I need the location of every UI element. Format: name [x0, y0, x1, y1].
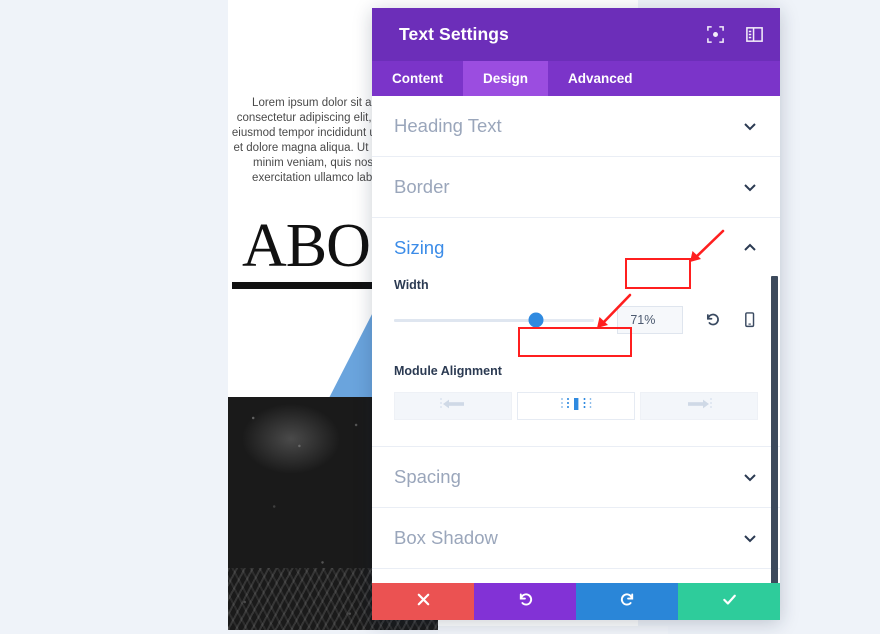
align-center-button[interactable] [517, 392, 635, 420]
layout-panel-icon[interactable] [745, 25, 764, 44]
section-heading-text-header[interactable]: Heading Text [394, 96, 758, 156]
modal-body[interactable]: Heading Text Border Sizing Width 71% Mod… [372, 96, 780, 583]
modal-scrollbar-thumb[interactable] [771, 276, 778, 583]
width-slider-fill [394, 318, 537, 322]
align-center-icon [559, 397, 593, 416]
modal-title: Text Settings [399, 24, 509, 44]
arrow-left-icon [440, 397, 466, 416]
section-sizing[interactable]: Sizing Width 71% Module Alignment [372, 218, 780, 447]
about-heading: ABO [242, 212, 371, 280]
section-sizing-label: Sizing [394, 237, 445, 258]
section-spacing-header[interactable]: Spacing [394, 447, 758, 507]
save-button[interactable] [678, 583, 780, 620]
section-box-shadow-header[interactable]: Box Shadow [394, 508, 758, 568]
undo-button[interactable] [474, 583, 576, 620]
focus-target-icon[interactable] [706, 25, 725, 44]
width-control-row[interactable]: 71% [394, 306, 758, 334]
chevron-down-icon [742, 530, 758, 546]
section-border-label: Border [394, 176, 450, 197]
modal-header: Text Settings [372, 8, 780, 61]
tab-design[interactable]: Design [463, 61, 549, 96]
module-alignment-group[interactable] [394, 392, 758, 420]
chevron-down-icon [742, 469, 758, 485]
chevron-down-icon [742, 179, 758, 195]
width-value-input[interactable]: 71% [617, 306, 684, 334]
section-animation-header[interactable]: Animation [394, 569, 758, 583]
close-x-icon [415, 591, 432, 613]
reset-arrow-icon[interactable] [704, 311, 721, 329]
section-border[interactable]: Border [372, 157, 780, 218]
mobile-device-icon[interactable] [741, 311, 758, 329]
align-left-button[interactable] [394, 392, 512, 420]
section-heading-text[interactable]: Heading Text [372, 96, 780, 157]
tab-advanced[interactable]: Advanced [548, 61, 653, 96]
section-sizing-header[interactable]: Sizing [394, 218, 758, 278]
module-alignment-label: Module Alignment [394, 364, 502, 378]
tab-content[interactable]: Content [372, 61, 463, 96]
section-animation[interactable]: Animation [372, 569, 780, 583]
redo-button[interactable] [576, 583, 678, 620]
section-border-header[interactable]: Border [394, 157, 758, 217]
arrow-right-icon [686, 397, 712, 416]
section-box-shadow-label: Box Shadow [394, 527, 498, 548]
width-label: Width [394, 278, 429, 292]
section-heading-text-label: Heading Text [394, 115, 502, 136]
redo-arrow-icon [619, 591, 636, 613]
section-box-shadow[interactable]: Box Shadow [372, 508, 780, 569]
cancel-button[interactable] [372, 583, 474, 620]
modal-tabs[interactable]: Content Design Advanced [372, 61, 780, 96]
modal-header-actions [706, 25, 764, 44]
width-slider[interactable] [394, 312, 595, 328]
width-slider-knob[interactable] [528, 312, 544, 328]
section-spacing[interactable]: Spacing [372, 447, 780, 508]
section-spacing-label: Spacing [394, 466, 461, 487]
text-settings-modal[interactable]: Text Settings Content Design Advanced He… [372, 8, 780, 620]
align-right-button[interactable] [640, 392, 758, 420]
chevron-down-icon [742, 118, 758, 134]
undo-arrow-icon [517, 591, 534, 613]
modal-footer[interactable] [372, 583, 780, 620]
canvas-bottom-sliver [438, 626, 668, 634]
chevron-up-icon [742, 240, 758, 256]
checkmark-icon [721, 591, 738, 613]
